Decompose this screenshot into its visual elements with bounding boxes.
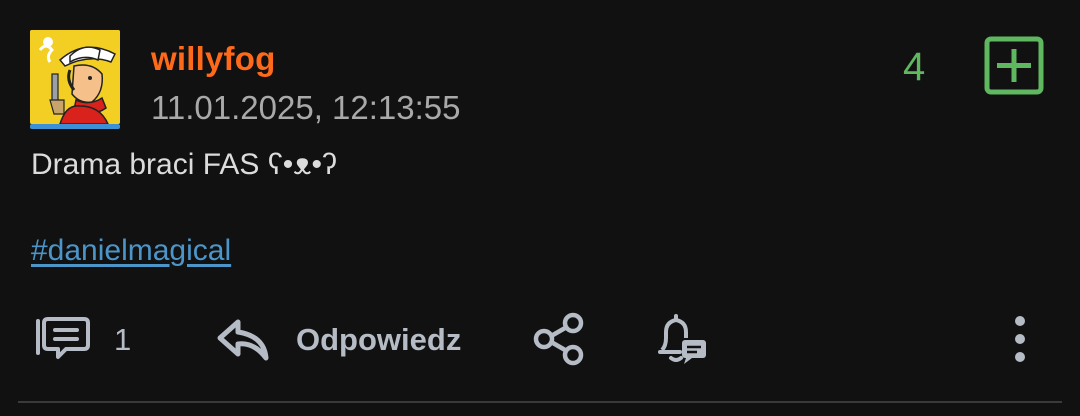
more-vertical-icon [1015, 316, 1025, 362]
bell-message-icon [658, 314, 706, 364]
hashtag-link[interactable]: #danielmagical [31, 234, 231, 268]
post-divider [18, 401, 1062, 403]
post-body: Drama braci FAS ʕ•ᴥ•ʔ [31, 148, 337, 181]
plus-square-icon [984, 36, 1044, 95]
more-options-button[interactable] [1010, 314, 1030, 364]
cowboy-avatar-image [30, 30, 120, 124]
author-name[interactable]: willyfog [151, 40, 275, 78]
upvote-button[interactable] [984, 36, 1044, 95]
comments-button[interactable] [34, 315, 90, 361]
share-icon [533, 312, 584, 366]
notify-button[interactable] [654, 312, 710, 366]
reply-icon-button[interactable] [216, 316, 272, 364]
post-timestamp: 11.01.2025, 12:13:55 [151, 89, 461, 126]
avatar-underline [30, 124, 120, 129]
avatar[interactable] [30, 30, 120, 124]
share-button[interactable] [532, 312, 586, 366]
reply-arrow-icon [217, 319, 269, 361]
reply-button[interactable]: Odpowiedz [296, 322, 461, 358]
vote-count: 4 [903, 45, 926, 89]
comment-count: 1 [114, 322, 132, 357]
comment-icon [36, 317, 90, 359]
